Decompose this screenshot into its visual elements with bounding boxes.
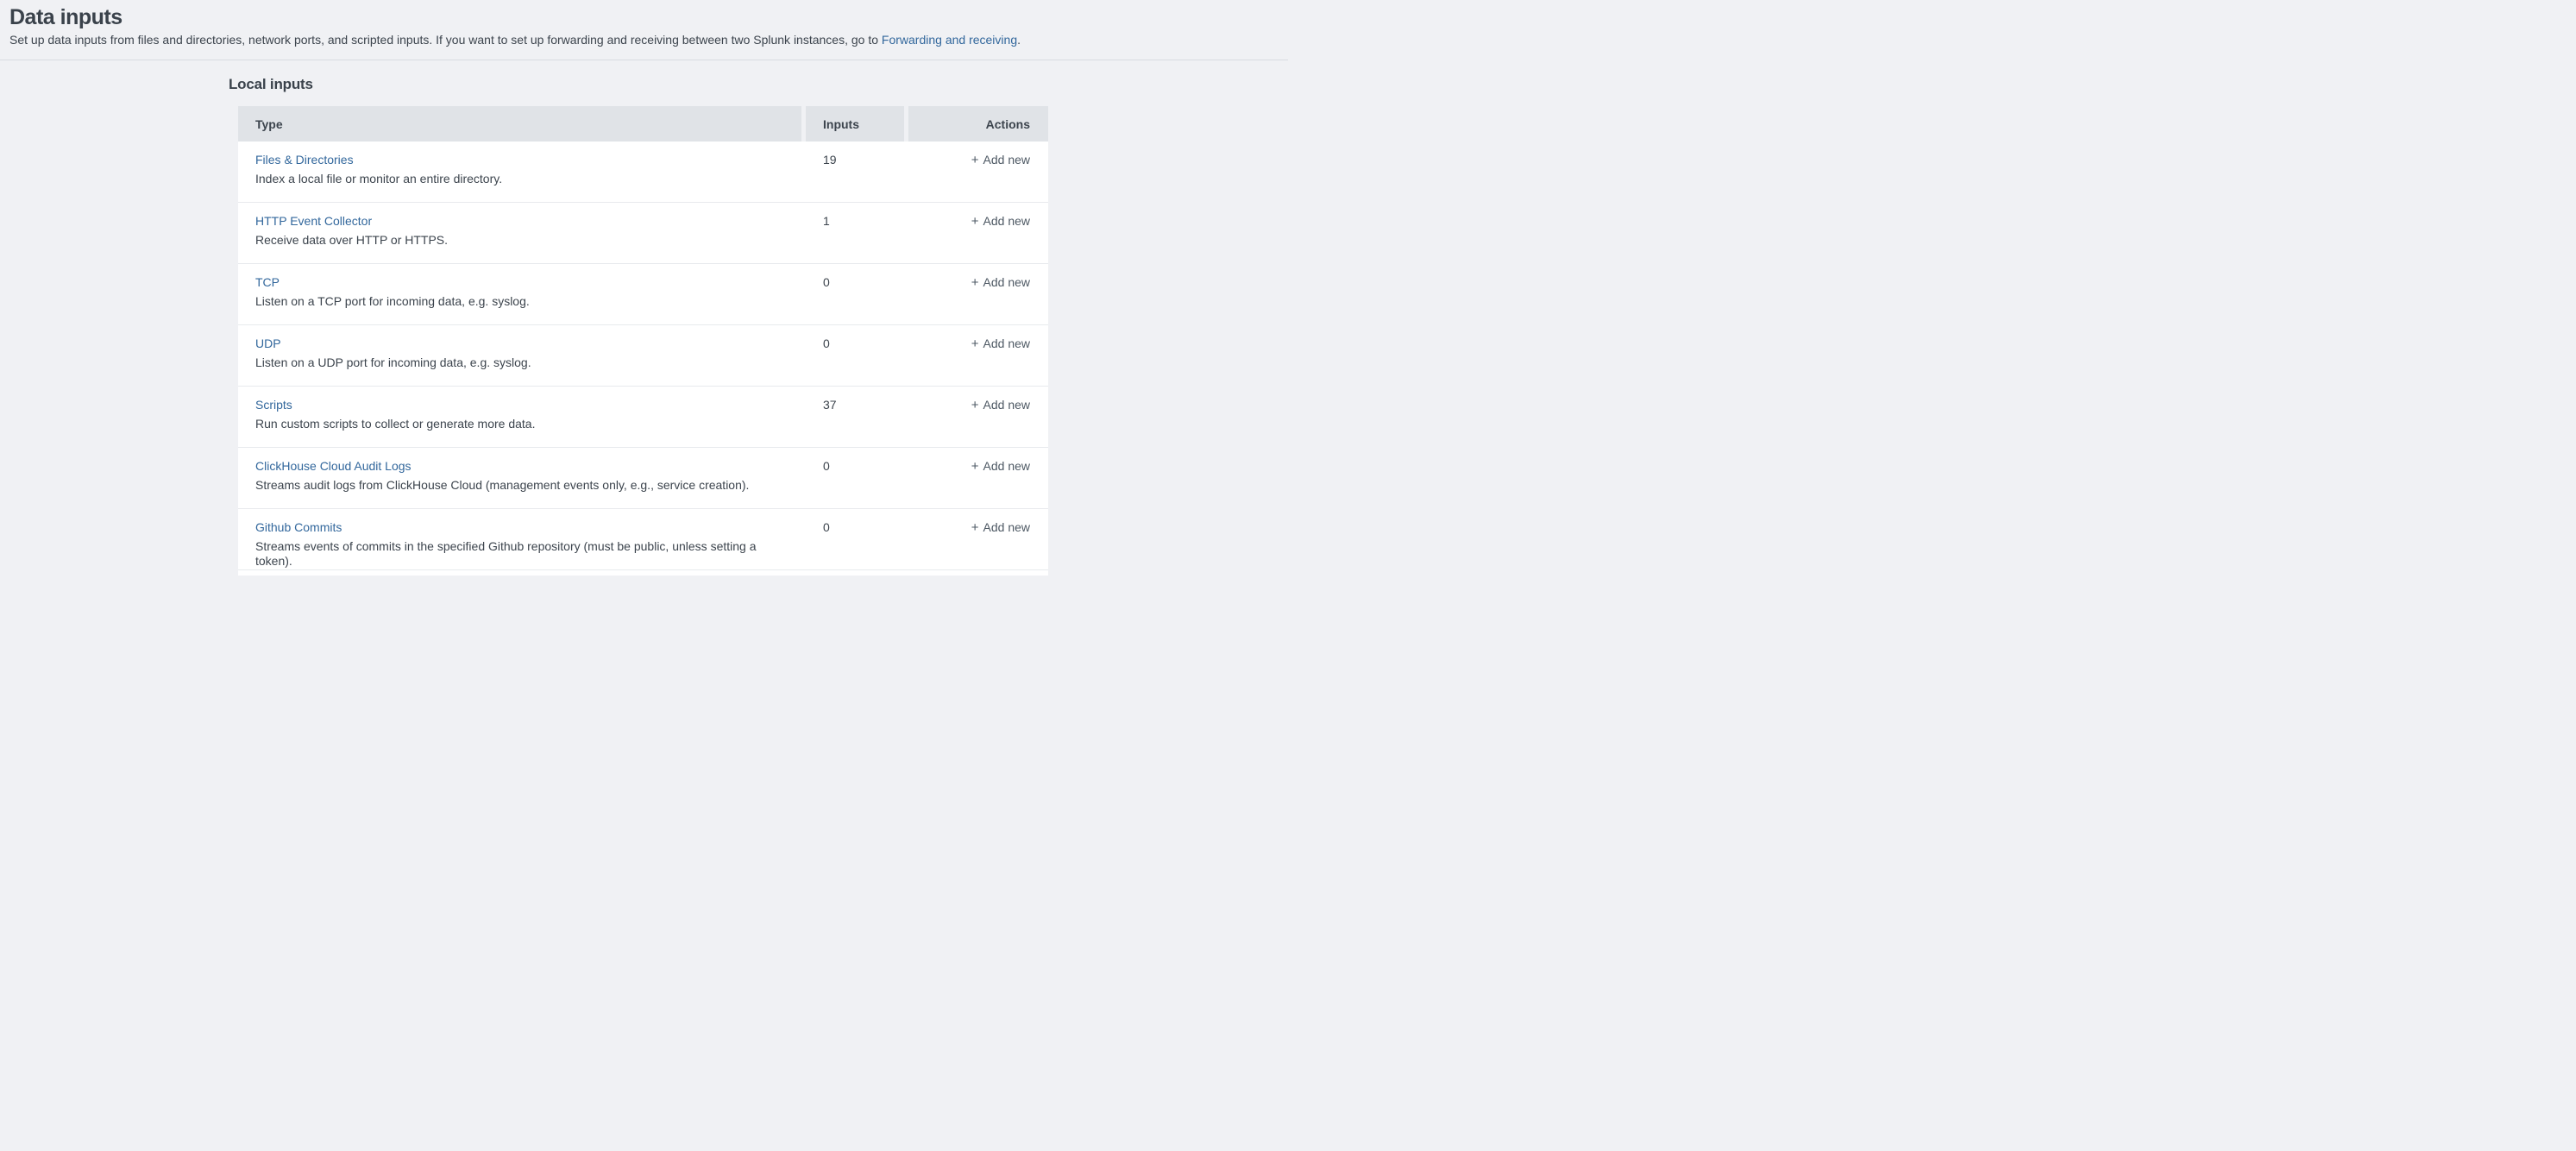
actions-cell: + Add new [971, 336, 1030, 351]
table-row-http-event-collector: HTTP Event Collector Receive data over H… [238, 203, 1048, 264]
table-body: Files & Directories Index a local file o… [238, 142, 1048, 576]
inputs-count: 37 [823, 398, 837, 412]
type-cell: ClickHouse Cloud Audit Logs Streams audi… [255, 459, 749, 493]
column-header-type: Type [238, 106, 801, 142]
page-header: Data inputs Set up data inputs from file… [0, 0, 1288, 60]
table-row-udp: UDP Listen on a UDP port for incoming da… [238, 325, 1048, 387]
add-new-button[interactable]: + Add new [971, 153, 1030, 167]
plus-icon: + [971, 520, 979, 535]
column-header-inputs: Inputs [806, 106, 904, 142]
table-row-github-commits: Github Commits Streams events of commits… [238, 509, 1048, 570]
add-new-label: Add new [983, 459, 1030, 473]
inputs-count: 0 [823, 275, 830, 290]
add-new-label: Add new [983, 520, 1030, 534]
page-title: Data inputs [9, 4, 1271, 30]
local-inputs-heading: Local inputs [229, 76, 313, 93]
actions-cell: + Add new [971, 398, 1030, 412]
column-header-actions: Actions [908, 106, 1048, 142]
table-row-tcp: TCP Listen on a TCP port for incoming da… [238, 264, 1048, 325]
actions-cell: + Add new [971, 153, 1030, 167]
type-description: Listen on a UDP port for incoming data, … [255, 355, 531, 370]
add-new-button[interactable]: + Add new [971, 520, 1030, 534]
page-subtitle-period: . [1017, 33, 1021, 47]
page-subtitle-text: Set up data inputs from files and direct… [9, 33, 882, 47]
next-row-partial [238, 570, 1048, 576]
add-new-label: Add new [983, 153, 1030, 167]
add-new-button[interactable]: + Add new [971, 214, 1030, 228]
inputs-count: 0 [823, 520, 830, 535]
actions-cell: + Add new [971, 214, 1030, 229]
actions-cell: + Add new [971, 520, 1030, 535]
type-description: Streams events of commits in the specifi… [255, 539, 790, 569]
github-commits-link[interactable]: Github Commits [255, 520, 342, 535]
files-directories-link[interactable]: Files & Directories [255, 153, 354, 167]
plus-icon: + [971, 153, 979, 167]
type-description: Streams audit logs from ClickHouse Cloud… [255, 478, 749, 493]
inputs-count: 19 [823, 153, 837, 167]
data-inputs-page: Data inputs Set up data inputs from file… [0, 0, 1288, 576]
type-description: Run custom scripts to collect or generat… [255, 417, 535, 431]
type-cell: TCP Listen on a TCP port for incoming da… [255, 275, 530, 309]
add-new-label: Add new [983, 275, 1030, 289]
actions-cell: + Add new [971, 275, 1030, 290]
add-new-button[interactable]: + Add new [971, 398, 1030, 412]
add-new-label: Add new [983, 398, 1030, 412]
plus-icon: + [971, 275, 979, 290]
add-new-button[interactable]: + Add new [971, 336, 1030, 350]
type-cell: Files & Directories Index a local file o… [255, 153, 502, 186]
scripts-link[interactable]: Scripts [255, 398, 292, 412]
table-header-row: Type Inputs Actions [238, 106, 1048, 142]
http-event-collector-link[interactable]: HTTP Event Collector [255, 214, 372, 229]
udp-link[interactable]: UDP [255, 336, 281, 351]
plus-icon: + [971, 398, 979, 412]
local-inputs-table: Type Inputs Actions Files & Directories … [238, 106, 1048, 576]
inputs-count: 0 [823, 336, 830, 351]
table-row-files-directories: Files & Directories Index a local file o… [238, 142, 1048, 203]
table-row-clickhouse-cloud-audit-logs: ClickHouse Cloud Audit Logs Streams audi… [238, 448, 1048, 509]
plus-icon: + [971, 336, 979, 351]
plus-icon: + [971, 214, 979, 229]
add-new-button[interactable]: + Add new [971, 459, 1030, 473]
actions-cell: + Add new [971, 459, 1030, 474]
type-description: Index a local file or monitor an entire … [255, 172, 502, 186]
add-new-button[interactable]: + Add new [971, 275, 1030, 289]
page-subtitle: Set up data inputs from files and direct… [9, 32, 1271, 47]
type-cell: HTTP Event Collector Receive data over H… [255, 214, 448, 248]
type-cell: Github Commits Streams events of commits… [255, 520, 790, 569]
forwarding-and-receiving-link[interactable]: Forwarding and receiving [882, 33, 1017, 47]
type-cell: UDP Listen on a UDP port for incoming da… [255, 336, 531, 370]
type-cell: Scripts Run custom scripts to collect or… [255, 398, 535, 431]
inputs-count: 1 [823, 214, 830, 229]
table-row-scripts: Scripts Run custom scripts to collect or… [238, 387, 1048, 448]
add-new-label: Add new [983, 336, 1030, 350]
plus-icon: + [971, 459, 979, 474]
add-new-label: Add new [983, 214, 1030, 228]
type-description: Listen on a TCP port for incoming data, … [255, 294, 530, 309]
clickhouse-cloud-audit-logs-link[interactable]: ClickHouse Cloud Audit Logs [255, 459, 412, 474]
tcp-link[interactable]: TCP [255, 275, 280, 290]
inputs-count: 0 [823, 459, 830, 474]
type-description: Receive data over HTTP or HTTPS. [255, 233, 448, 248]
